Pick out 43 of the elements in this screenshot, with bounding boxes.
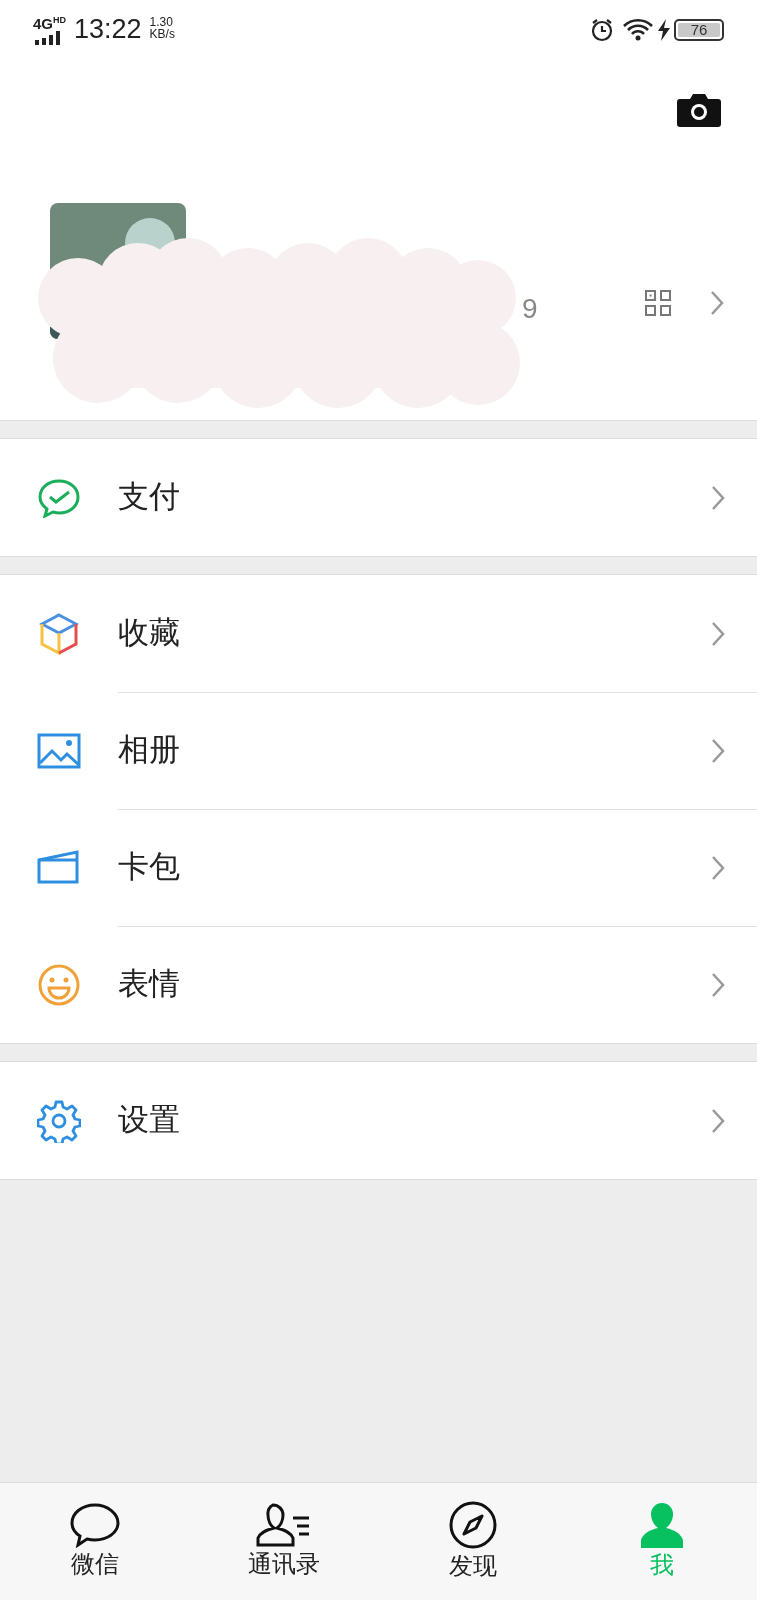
menu-item[interactable]: 设置 bbox=[0, 1062, 757, 1179]
chevron-right-icon bbox=[711, 620, 725, 647]
menu-item[interactable]: 表情 bbox=[0, 926, 757, 1043]
charging-icon bbox=[658, 19, 670, 41]
person-icon bbox=[639, 1500, 686, 1549]
speech-bubble-icon bbox=[68, 1501, 121, 1548]
net-speed: 1.30 bbox=[149, 15, 174, 28]
network-sup: HD bbox=[53, 15, 66, 25]
battery-level: 76 bbox=[678, 23, 720, 37]
wifi-icon bbox=[622, 18, 654, 42]
menu-item[interactable]: 收藏 bbox=[0, 575, 757, 692]
chevron-right-icon bbox=[711, 971, 725, 998]
menu-label: 支付 bbox=[118, 478, 181, 517]
chevron-right-icon bbox=[711, 854, 725, 881]
image-icon bbox=[37, 732, 81, 769]
time: 13:22 bbox=[74, 15, 142, 43]
cube-icon bbox=[39, 611, 79, 656]
tab[interactable]: 发现 bbox=[378, 1483, 568, 1600]
speed-unit: KB/s bbox=[149, 27, 175, 40]
menu-label: 相册 bbox=[118, 731, 181, 770]
settings-icon bbox=[37, 1098, 81, 1143]
chevron-right-icon bbox=[711, 484, 725, 511]
tab[interactable]: 微信 bbox=[0, 1483, 190, 1600]
qr-code-icon[interactable] bbox=[645, 290, 671, 316]
chevron-right-icon bbox=[711, 737, 725, 764]
menu-item[interactable]: 相册 bbox=[0, 692, 757, 809]
chat-check-icon bbox=[37, 477, 81, 518]
network-label: 4G bbox=[33, 15, 53, 31]
smiley-icon bbox=[37, 962, 81, 1007]
wechat-id-fragment: 9 bbox=[522, 292, 538, 326]
chevron-right-icon bbox=[711, 1107, 725, 1134]
tab[interactable]: 通讯录 bbox=[189, 1483, 379, 1600]
menu-label: 设置 bbox=[118, 1101, 181, 1140]
menu-label: 收藏 bbox=[118, 614, 181, 653]
alarm-icon bbox=[590, 18, 614, 42]
menu-item[interactable]: 支付 bbox=[0, 439, 757, 556]
compass-icon bbox=[448, 1499, 499, 1550]
camera-icon[interactable] bbox=[677, 93, 721, 127]
card-icon bbox=[37, 849, 81, 886]
chevron-right-icon[interactable] bbox=[710, 290, 724, 316]
menu-label: 表情 bbox=[118, 965, 181, 1004]
menu-item[interactable]: 卡包 bbox=[0, 809, 757, 926]
menu-label: 卡包 bbox=[118, 848, 181, 887]
